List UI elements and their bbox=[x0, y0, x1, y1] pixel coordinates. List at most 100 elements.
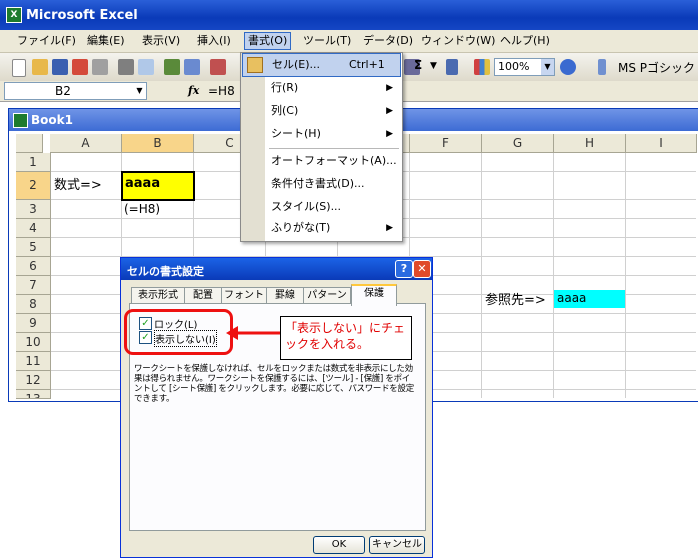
tab-patterns[interactable]: パターン bbox=[303, 287, 351, 304]
permission-icon[interactable] bbox=[72, 59, 88, 75]
row-header-11[interactable]: 11 bbox=[16, 352, 51, 371]
menu-view[interactable]: 表示(V) bbox=[139, 33, 183, 49]
fx-icon[interactable]: fx bbox=[188, 84, 199, 97]
email-icon[interactable] bbox=[92, 59, 108, 75]
cell-g8[interactable]: 参照先=> bbox=[485, 291, 546, 311]
menu-tools[interactable]: ツール(T) bbox=[300, 33, 354, 49]
cell-h8[interactable]: aaaa bbox=[554, 290, 625, 308]
menu-edit[interactable]: 編集(E) bbox=[84, 33, 128, 49]
format-cells-icon bbox=[247, 57, 263, 73]
cell-a2[interactable]: 数式=> bbox=[54, 176, 102, 196]
menu-item-cells-shortcut: Ctrl+1 bbox=[349, 58, 385, 71]
cell-b2-value: aaaa bbox=[125, 176, 161, 191]
print-icon[interactable] bbox=[118, 59, 134, 75]
cell-h8-value: aaaa bbox=[557, 291, 587, 305]
row-header-3[interactable]: 3 bbox=[16, 200, 51, 219]
menu-item-column[interactable]: 列(C) ▶ bbox=[242, 100, 401, 122]
close-button[interactable]: ✕ bbox=[413, 260, 431, 278]
cancel-button[interactable]: キャンセル bbox=[369, 536, 425, 554]
chart-wizard-icon[interactable] bbox=[474, 59, 490, 75]
menu-item-autoformat[interactable]: オートフォーマット(A)... bbox=[242, 150, 401, 172]
highlight-box bbox=[124, 309, 233, 355]
workbook-title: Book1 bbox=[31, 113, 73, 127]
cut-icon[interactable] bbox=[210, 59, 226, 75]
menu-item-sheet[interactable]: シート(H) ▶ bbox=[242, 123, 401, 145]
tab-protection[interactable]: 保護 bbox=[351, 284, 397, 306]
menu-item-phonetic[interactable]: ふりがな(T) ▶ bbox=[242, 217, 401, 239]
tab-border[interactable]: 罫線 bbox=[266, 287, 304, 304]
col-header-g[interactable]: G bbox=[482, 134, 554, 153]
col-header-i[interactable]: I bbox=[626, 134, 697, 153]
name-box[interactable]: B2 ▼ bbox=[4, 82, 147, 100]
dialog-title-bar: セルの書式設定 ? ✕ bbox=[121, 258, 432, 280]
callout-arrow-icon bbox=[226, 326, 281, 340]
row-header-9[interactable]: 9 bbox=[16, 314, 51, 333]
toolbar-options-icon[interactable] bbox=[598, 59, 606, 75]
spelling-icon[interactable] bbox=[164, 59, 180, 75]
row-header-7[interactable]: 7 bbox=[16, 276, 51, 295]
menu-item-autoformat-label: オートフォーマット(A)... bbox=[271, 154, 397, 167]
menu-window[interactable]: ウィンドウ(W) bbox=[418, 33, 498, 49]
open-icon[interactable] bbox=[32, 59, 48, 75]
row-header-4[interactable]: 4 bbox=[16, 219, 51, 238]
menu-item-row[interactable]: 行(R) ▶ bbox=[242, 77, 401, 99]
select-all-corner[interactable] bbox=[16, 134, 43, 153]
col-header-h[interactable]: H bbox=[554, 134, 626, 153]
new-icon[interactable] bbox=[12, 59, 26, 77]
col-header-b[interactable]: B bbox=[122, 134, 194, 153]
row-header-13[interactable]: 13 bbox=[16, 390, 51, 399]
print-preview-icon[interactable] bbox=[138, 59, 154, 75]
callout-note: 「表示しない」にチェックを入れる。 bbox=[280, 316, 412, 360]
submenu-arrow-icon: ▶ bbox=[386, 129, 393, 139]
cell-b2[interactable]: aaaa bbox=[121, 171, 195, 201]
autosum-dropdown-icon[interactable]: ▼ bbox=[430, 61, 437, 71]
help-icon[interactable] bbox=[560, 59, 576, 75]
font-name-box[interactable]: MS Pゴシック bbox=[618, 59, 695, 76]
menu-data[interactable]: データ(D) bbox=[360, 33, 416, 49]
menu-item-conditional[interactable]: 条件付き書式(D)... bbox=[242, 173, 401, 195]
menu-item-cells-label: セル(E)... bbox=[272, 58, 321, 71]
autosum-icon[interactable]: Σ bbox=[414, 58, 422, 72]
app-title-bar: X Microsoft Excel bbox=[0, 0, 698, 30]
menu-item-sheet-label: シート(H) bbox=[271, 127, 321, 140]
row-header-6[interactable]: 6 bbox=[16, 257, 51, 276]
ok-button[interactable]: OK bbox=[313, 536, 365, 554]
chevron-down-icon[interactable]: ▼ bbox=[133, 83, 146, 99]
menu-item-style[interactable]: スタイル(S)... bbox=[242, 196, 401, 218]
row-header-8[interactable]: 8 bbox=[16, 295, 51, 314]
menu-item-conditional-label: 条件付き書式(D)... bbox=[271, 177, 365, 190]
menu-file[interactable]: ファイル(F) bbox=[14, 33, 79, 49]
cell-b3[interactable]: (=H8) bbox=[124, 200, 160, 218]
menu-insert[interactable]: 挿入(I) bbox=[194, 33, 234, 49]
col-header-a[interactable]: A bbox=[50, 134, 122, 153]
chevron-down-icon[interactable]: ▼ bbox=[541, 59, 554, 75]
submenu-arrow-icon: ▶ bbox=[386, 106, 393, 116]
format-cells-dialog: セルの書式設定 ? ✕ 表示形式 配置 フォント 罫線 パターン 保護 ✓ ロッ… bbox=[120, 257, 433, 558]
tab-number[interactable]: 表示形式 bbox=[131, 287, 185, 304]
menu-item-cells[interactable]: セル(E)... Ctrl+1 bbox=[242, 53, 401, 77]
formula-input[interactable]: =H8 bbox=[208, 84, 235, 98]
menu-item-phonetic-label: ふりがな(T) bbox=[271, 221, 331, 234]
menu-bar: ファイル(F) 編集(E) 表示(V) 挿入(I) 書式(O) ツール(T) デ… bbox=[0, 30, 698, 53]
tab-alignment[interactable]: 配置 bbox=[184, 287, 222, 304]
menu-item-row-label: 行(R) bbox=[271, 81, 299, 94]
research-icon[interactable] bbox=[184, 59, 200, 75]
row-header-1[interactable]: 1 bbox=[16, 153, 51, 172]
tab-font[interactable]: フォント bbox=[221, 287, 267, 304]
row-header-12[interactable]: 12 bbox=[16, 371, 51, 390]
zoom-combo[interactable]: 100% ▼ bbox=[494, 58, 555, 76]
menu-format[interactable]: 書式(O) bbox=[244, 32, 292, 50]
col-header-f[interactable]: F bbox=[410, 134, 482, 153]
format-menu: セル(E)... Ctrl+1 行(R) ▶ 列(C) ▶ シート(H) ▶ オ… bbox=[240, 52, 403, 242]
save-icon[interactable] bbox=[52, 59, 68, 75]
row-header-5[interactable]: 5 bbox=[16, 238, 51, 257]
help-button[interactable]: ? bbox=[395, 260, 413, 278]
menu-separator bbox=[269, 148, 399, 149]
submenu-arrow-icon: ▶ bbox=[386, 223, 393, 233]
dialog-title: セルの書式設定 bbox=[127, 265, 204, 278]
zoom-value: 100% bbox=[498, 60, 530, 73]
sort-ascending-icon[interactable] bbox=[446, 59, 458, 75]
row-header-2[interactable]: 2 bbox=[16, 172, 51, 200]
row-header-10[interactable]: 10 bbox=[16, 333, 51, 352]
menu-help[interactable]: ヘルプ(H) bbox=[497, 33, 553, 49]
